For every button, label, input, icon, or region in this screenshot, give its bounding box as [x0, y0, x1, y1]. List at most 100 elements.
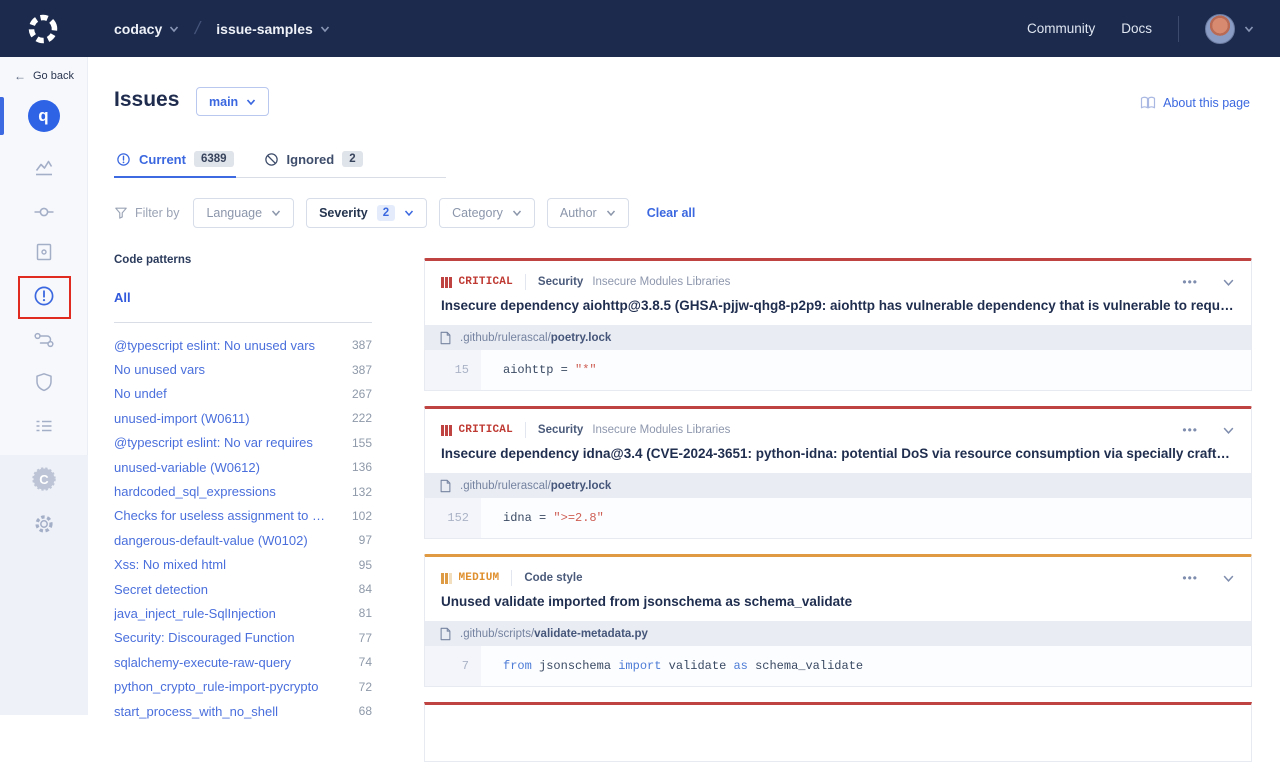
book-icon: [1140, 96, 1156, 110]
pattern-link[interactable]: dangerous-default-value (W0102) 97: [114, 528, 372, 552]
pattern-link[interactable]: Secret detection 84: [114, 577, 372, 601]
clear-all-button[interactable]: Clear all: [647, 206, 696, 220]
docs-link[interactable]: Docs: [1121, 21, 1152, 36]
chevron-down-icon: [1244, 24, 1254, 34]
category-filter[interactable]: Category: [439, 198, 535, 228]
pattern-link[interactable]: @typescript eslint: No var requires 155: [114, 431, 372, 455]
issue-card-header: CRITICAL Security Insecure Modules Libra…: [425, 409, 1251, 438]
divider: [511, 570, 512, 586]
pattern-link[interactable]: Checks for useless assignment to a l... …: [114, 504, 372, 528]
line-number: 7: [425, 646, 481, 686]
nav-divider: [1178, 16, 1179, 42]
sidebar-item-commits[interactable]: [32, 200, 56, 224]
tab-ignored[interactable]: Ignored 2: [262, 147, 365, 178]
filter-by-label: Filter by: [114, 206, 179, 220]
code-snippet: 7 from jsonschema import validate as sch…: [425, 646, 1251, 686]
codacy-logo-icon[interactable]: [27, 13, 59, 45]
pattern-link[interactable]: unused-variable (W0612) 136: [114, 455, 372, 479]
pattern-label: @typescript eslint: No var requires: [114, 435, 313, 450]
file-path-dir: .github/rulerascal/: [460, 332, 551, 344]
issue-card-header: MEDIUM Code style •••: [425, 557, 1251, 586]
collapse-card-button[interactable]: [1222, 572, 1235, 585]
code-patterns-panel: Code patterns All @typescript eslint: No…: [114, 254, 372, 723]
issue-title[interactable]: Unused validate imported from jsonschema…: [441, 594, 1235, 609]
pattern-count: 222: [352, 411, 372, 425]
pattern-link[interactable]: python_crypto_rule-import-pycrypto 72: [114, 674, 372, 698]
issue-file-path[interactable]: .github/rulerascal/ poetry.lock: [425, 473, 1251, 498]
pattern-link[interactable]: Xss: No mixed html 95: [114, 553, 372, 577]
go-back-label: Go back: [33, 70, 74, 82]
pattern-list: @typescript eslint: No unused vars 387 N…: [114, 333, 372, 723]
sidebar-item-files[interactable]: [32, 240, 56, 264]
sidebar-item-repository[interactable]: q: [28, 100, 60, 132]
branch-selector[interactable]: main: [196, 87, 269, 116]
chevron-down-icon: [606, 208, 616, 218]
pattern-link[interactable]: @typescript eslint: No unused vars 387: [114, 333, 372, 357]
pattern-link[interactable]: java_inject_rule-SqlInjection 81: [114, 601, 372, 625]
issue-list: CRITICAL Security Insecure Modules Libra…: [424, 258, 1252, 762]
issue-title[interactable]: Insecure dependency aiohttp@3.8.5 (GHSA-…: [441, 298, 1235, 313]
author-filter[interactable]: Author: [547, 198, 629, 228]
severity-filter-count: 2: [377, 205, 395, 221]
pattern-link[interactable]: sqlalchemy-execute-raw-query 74: [114, 650, 372, 674]
severity-filter[interactable]: Severity 2: [306, 198, 427, 228]
pattern-link[interactable]: Security: Discouraged Function 77: [114, 626, 372, 650]
chevron-down-icon: [1222, 276, 1235, 289]
issue-category: Security: [538, 424, 583, 436]
active-indicator: [0, 97, 4, 135]
divider: [525, 274, 526, 290]
pattern-link[interactable]: unused-import (W0611) 222: [114, 406, 372, 430]
pattern-count: 136: [352, 460, 372, 474]
pattern-link[interactable]: start_process_with_no_shell 68: [114, 699, 372, 723]
severity-label: CRITICAL: [459, 276, 513, 288]
pattern-link[interactable]: No unused vars 387: [114, 357, 372, 381]
pattern-link[interactable]: hardcoded_sql_expressions 132: [114, 479, 372, 503]
org-dropdown[interactable]: codacy: [114, 21, 179, 37]
sidebar-item-security[interactable]: [32, 370, 56, 394]
pattern-link[interactable]: No undef 267: [114, 382, 372, 406]
language-filter[interactable]: Language: [193, 198, 294, 228]
pattern-label: Xss: No mixed html: [114, 557, 226, 572]
file-path-name: poetry.lock: [551, 332, 612, 344]
pattern-label: sqlalchemy-execute-raw-query: [114, 655, 291, 670]
about-this-page-link[interactable]: About this page: [1140, 96, 1250, 110]
issue-file-path[interactable]: .github/scripts/ validate-metadata.py: [425, 621, 1251, 646]
main-content: Issues main About this page Current 6389…: [88, 57, 1280, 715]
sidebar-item-code-patterns[interactable]: [32, 414, 56, 438]
commit-icon: [32, 200, 56, 224]
issue-category: Code style: [524, 572, 582, 584]
codacy-c-icon: C: [30, 465, 58, 493]
issue-title[interactable]: Insecure dependency idna@3.4 (CVE-2024-3…: [441, 446, 1235, 461]
breadcrumb-separator: /: [193, 18, 202, 39]
issue-file-path[interactable]: .github/rulerascal/ poetry.lock: [425, 325, 1251, 350]
divider: [525, 422, 526, 438]
collapse-card-button[interactable]: [1222, 424, 1235, 437]
pattern-label: unused-import (W0611): [114, 411, 250, 426]
pattern-all-link[interactable]: All: [114, 290, 372, 305]
file-path-dir: .github/rulerascal/: [460, 480, 551, 492]
code-line: idna = ">=2.8": [481, 498, 604, 538]
code-line: aiohttp = "*": [481, 350, 597, 390]
sidebar-item-pull-requests[interactable]: [32, 328, 56, 352]
pattern-count: 74: [359, 655, 372, 669]
user-menu[interactable]: [1205, 14, 1254, 44]
page-title: Issues: [114, 88, 179, 112]
community-link[interactable]: Community: [1027, 21, 1095, 36]
files-icon: [32, 240, 56, 264]
tab-current[interactable]: Current 6389: [114, 147, 236, 178]
shield-icon: [32, 370, 56, 394]
collapse-card-button[interactable]: [1222, 276, 1235, 289]
svg-text:C: C: [39, 472, 49, 487]
sidebar-item-dashboard[interactable]: [32, 156, 56, 180]
tab-ignored-count: 2: [342, 151, 362, 167]
repo-dropdown[interactable]: issue-samples: [216, 21, 330, 37]
sidebar-item-settings[interactable]: [32, 512, 56, 536]
language-filter-label: Language: [206, 206, 262, 220]
sidebar-item-codacy-home[interactable]: C: [30, 465, 58, 493]
code-line: from jsonschema import validate as schem…: [481, 646, 863, 686]
issue-category: Security: [538, 276, 583, 288]
go-back-button[interactable]: ← Go back: [14, 69, 74, 83]
issue-card-header: CRITICAL Security Insecure Modules Libra…: [425, 261, 1251, 290]
pattern-count: 155: [352, 436, 372, 450]
back-arrow-icon: ←: [14, 69, 26, 83]
